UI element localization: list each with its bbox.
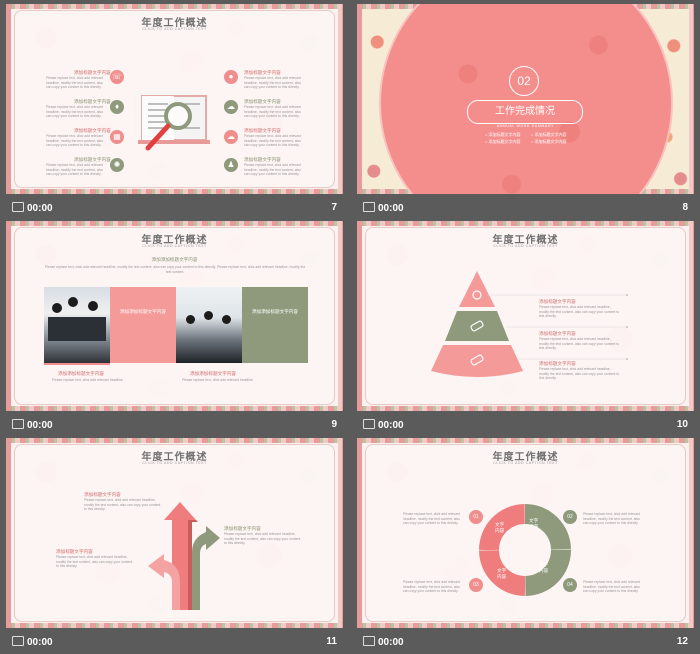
caption-text: Please replace text, click add relevant … [52, 378, 124, 382]
slide-timer: 00:00 [27, 203, 53, 214]
people-icon: ♟ [224, 158, 238, 172]
slide-status-bar: 00:00 12 [357, 630, 694, 654]
slide-status-bar: 00:00 9 [6, 413, 343, 437]
section-number: 02 [509, 66, 539, 96]
item-text: Please replace text, click add relevant … [539, 337, 620, 351]
slide-subtitle: CLICK TO ADD CAPTION TEXT [142, 461, 207, 465]
item-text: Please replace text, click add relevant … [244, 134, 301, 148]
slide-number: 10 [676, 419, 688, 430]
accent-line [44, 363, 110, 365]
section-circle [379, 4, 673, 194]
tag-icon: ♦ [110, 100, 124, 114]
slide-number: 7 [331, 202, 337, 213]
slide-timer: 00:00 [378, 203, 404, 214]
caption-label: 添加添加标题文字内容 [58, 371, 104, 376]
pink-text-box: 添加添加标题文字内容 [110, 287, 176, 363]
item-text: Please replace text, click add relevant … [224, 532, 301, 546]
caption-label: 添加添加标题文字内容 [190, 371, 236, 376]
item-text: Please replace text, click add relevant … [46, 105, 103, 119]
step-badge: 01 [469, 510, 483, 524]
cycle-diagram [479, 504, 571, 596]
slide-number: 8 [682, 202, 688, 213]
section-title: 工作完成情况 [467, 100, 583, 124]
item-text: Please replace text, click add relevant … [56, 555, 133, 569]
slide-subtitle: CLICK TO ADD CAPTION TEXT [142, 244, 207, 248]
slide-status-bar: 00:00 8 [357, 196, 694, 220]
step-badge: 02 [563, 510, 577, 524]
step-text: Please replace text, click add relevant … [583, 580, 640, 594]
meeting-photo-2 [176, 287, 242, 363]
slide-timer: 00:00 [378, 637, 404, 648]
item-text: Please replace text, click add relevant … [539, 305, 620, 319]
intro-text: Please replace text, click add relevant … [44, 265, 306, 274]
meeting-photo-1 [44, 287, 110, 363]
slide-number: 9 [331, 419, 337, 430]
bullet-item: ○ 添加标题文字内容 [485, 139, 521, 144]
slide-subtitle: CLICK TO ADD CAPTION TEXT [142, 27, 207, 31]
slide-timer: 00:00 [378, 420, 404, 431]
slide-number: 11 [326, 636, 337, 647]
item-text: Please replace text, click add relevant … [539, 367, 620, 381]
step-text: Please replace text, click add relevant … [583, 512, 640, 526]
item-text: Please replace text, click add relevant … [244, 163, 301, 177]
section-subtitle: ANNUAL WORK SUMMARY [496, 124, 555, 128]
slide-timer-icon [363, 636, 375, 646]
slide-status-bar: 00:00 11 [6, 630, 343, 654]
slide-timer-icon [363, 419, 375, 429]
slide-status-bar: 00:00 7 [6, 196, 343, 220]
item-text: Please replace text, click add relevant … [244, 105, 301, 119]
slide-timer-icon [12, 202, 24, 212]
cycle-step-label: 文字内容 [495, 522, 505, 533]
bulb-icon: ✺ [110, 158, 124, 172]
item-text: Please replace text, click add relevant … [46, 76, 103, 90]
bullet-item: ○ 添加标题文字内容 [485, 132, 521, 137]
direction-arrows-illustration [148, 502, 220, 610]
slide-subtitle: CLICK TO ADD CAPTION TEXT [493, 461, 558, 465]
slide-timer-icon [12, 419, 24, 429]
slide-status-bar: 00:00 10 [357, 413, 694, 437]
item-text: Please replace text, click add relevant … [244, 76, 301, 90]
cycle-step-label: 文字内容 [497, 568, 507, 579]
box-label: 添加添加标题文字内容 [252, 309, 298, 314]
bullet-item: ○ 添加标题文字内容 [531, 139, 567, 144]
cloud-icon: ☁ [224, 130, 238, 144]
step-text: Please replace text, click add relevant … [403, 512, 460, 526]
step-text: Please replace text, click add relevant … [403, 580, 460, 594]
slide-timer: 00:00 [27, 637, 53, 648]
slide-timer-icon [363, 202, 375, 212]
box-label: 添加添加标题文字内容 [120, 309, 166, 314]
cycle-step-label: 文字内容 [539, 562, 549, 573]
cloud-icon: ☁ [224, 100, 238, 114]
phone-icon: ☏ [110, 70, 124, 84]
item-text: Please replace text, click add relevant … [46, 163, 103, 177]
slide-timer: 00:00 [27, 420, 53, 431]
step-badge: 04 [563, 578, 577, 592]
section-heading: 添加添加标题文字内容 [151, 257, 198, 262]
cycle-step-label: 文字内容 [529, 518, 539, 529]
slide-subtitle: CLICK TO ADD CAPTION TEXT [493, 244, 558, 248]
caption-text: Please replace text, click add relevant … [182, 378, 254, 382]
bullet-item: ○ 添加标题文字内容 [531, 132, 567, 137]
item-text: Please replace text, click add relevant … [46, 134, 103, 148]
slide-timer-icon [12, 636, 24, 646]
pin-icon: ● [224, 70, 238, 84]
step-badge: 03 [469, 578, 483, 592]
calendar-icon: ▦ [110, 130, 124, 144]
slide-number: 12 [676, 636, 688, 647]
magnifier-book-illustration [138, 95, 210, 151]
green-text-box: 添加添加标题文字内容 [242, 287, 308, 363]
